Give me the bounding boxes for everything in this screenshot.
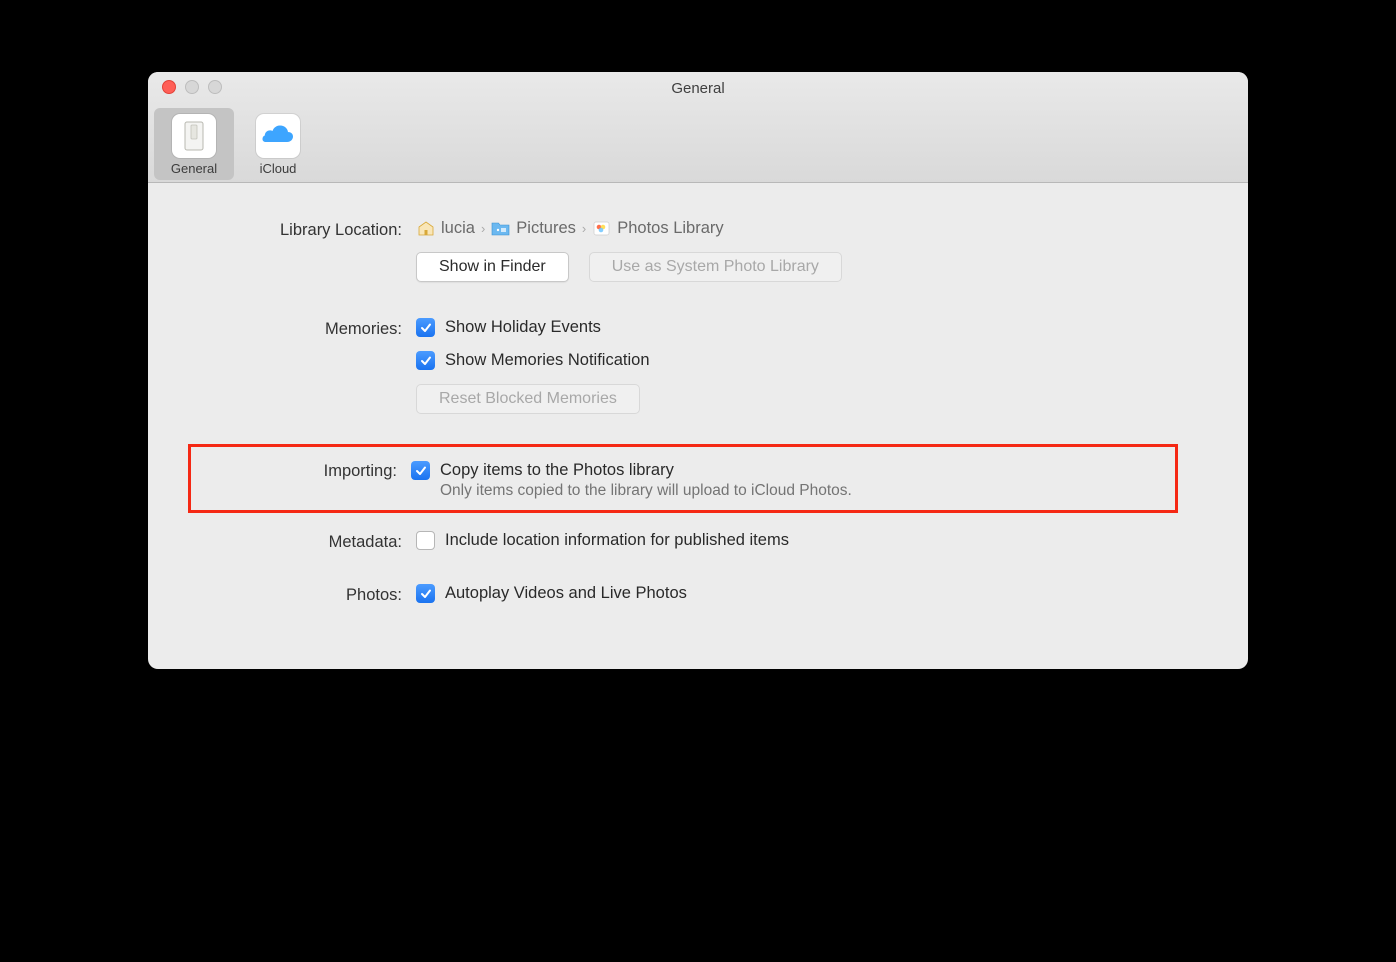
importing-label: Importing: [201,461,411,500]
holiday-events-label: Show Holiday Events [445,318,601,337]
zoom-button[interactable] [208,80,222,94]
importing-highlight: Importing: Copy items to the Photos libr… [188,444,1178,513]
show-in-finder-button[interactable]: Show in Finder [416,252,569,282]
chevron-right-icon: › [481,221,485,236]
library-location-label: Library Location: [188,219,416,240]
tab-icloud-label: iCloud [238,161,318,176]
copy-items-label: Copy items to the Photos library [440,461,674,480]
preferences-window: General General iCloud [148,72,1248,669]
toolbar: General iCloud [148,104,1248,182]
copy-items-note: Only items copied to the library will up… [440,482,1165,500]
tab-general-label: General [154,161,234,176]
memories-notification-checkbox[interactable] [416,351,435,370]
tab-icloud[interactable]: iCloud [238,108,318,180]
photos-library-icon [592,221,611,236]
content-pane: Library Location: lucia › Pictures › [148,183,1248,669]
minimize-button[interactable] [185,80,199,94]
memories-notification-label: Show Memories Notification [445,351,650,370]
breadcrumb-pictures: Pictures [516,219,576,238]
chevron-right-icon: › [582,221,586,236]
reset-blocked-memories-button: Reset Blocked Memories [416,384,640,414]
autoplay-label: Autoplay Videos and Live Photos [445,584,687,603]
window-title: General [671,80,724,97]
metadata-label: Metadata: [188,531,416,552]
include-location-label: Include location information for publish… [445,531,789,550]
pictures-folder-icon [491,221,510,236]
library-location-row: Library Location: lucia › Pictures › [188,219,1208,310]
titlebar: General General iCloud [148,72,1248,183]
general-icon [172,114,216,158]
autoplay-checkbox[interactable] [416,584,435,603]
copy-items-checkbox[interactable] [411,461,430,480]
traffic-lights [162,80,222,94]
breadcrumb-home: lucia [441,219,475,238]
breadcrumb-library: Photos Library [617,219,723,238]
memories-label: Memories: [188,318,416,339]
home-folder-icon [416,221,435,236]
holiday-events-checkbox[interactable] [416,318,435,337]
photos-row: Photos: Autoplay Videos and Live Photos [188,584,1208,605]
icloud-icon [256,114,300,158]
include-location-checkbox[interactable] [416,531,435,550]
use-as-system-library-button: Use as System Photo Library [589,252,842,282]
memories-row: Memories: Show Holiday Events Show Memor… [188,318,1208,414]
tab-general[interactable]: General [154,108,234,180]
close-button[interactable] [162,80,176,94]
breadcrumb: lucia › Pictures › Photos Library [416,219,1208,238]
photos-label: Photos: [188,584,416,605]
metadata-row: Metadata: Include location information f… [188,531,1208,564]
